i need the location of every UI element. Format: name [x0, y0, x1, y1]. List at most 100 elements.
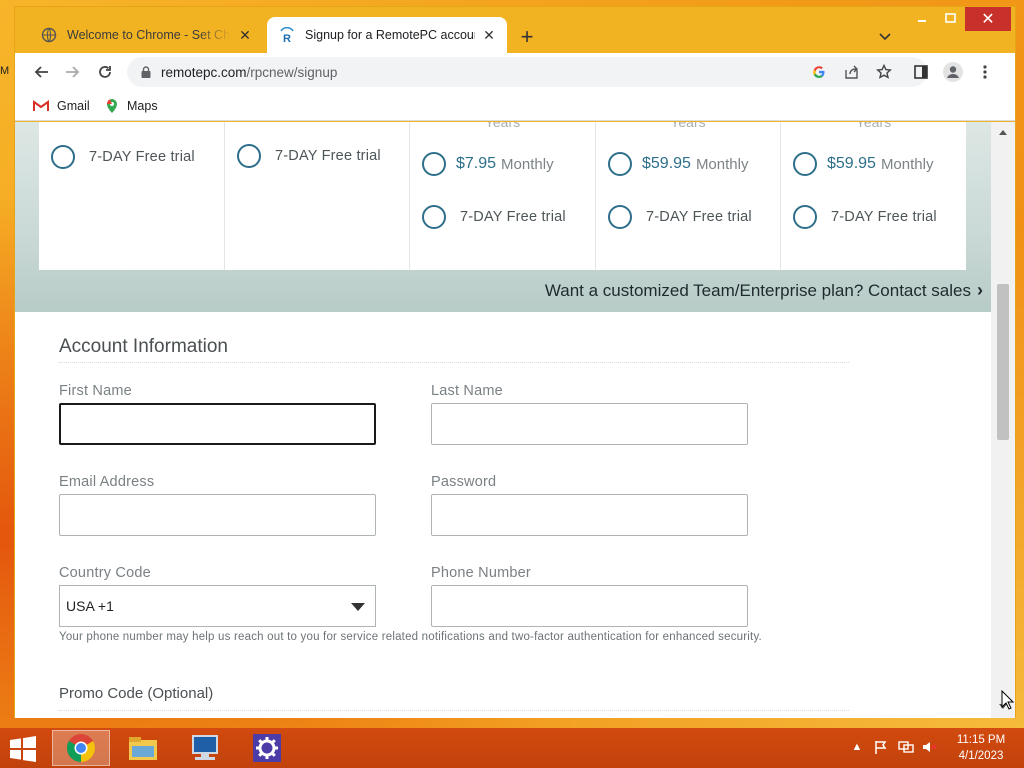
google-lens-icon[interactable] — [809, 62, 829, 82]
more-menu-icon[interactable] — [973, 60, 997, 84]
phone-helper-text: Your phone number may help us reach out … — [59, 631, 762, 643]
remotepc-icon: R — [280, 27, 294, 43]
plan-term-label: Years — [484, 122, 521, 130]
last-name-label: Last Name — [431, 383, 503, 399]
scrollbar-thumb[interactable] — [997, 284, 1009, 440]
maximize-icon[interactable] — [937, 7, 963, 29]
plan-term-label: Years — [855, 122, 892, 130]
tab-strip: Welcome to Chrome - Set Chrome ✕ R Signu… — [15, 7, 1015, 53]
url-host: remotepc.com — [161, 64, 247, 80]
plan-option-trial[interactable]: 7-DAY Free trial — [422, 205, 566, 229]
radio-button[interactable] — [422, 205, 446, 229]
plan-option-trial[interactable]: 7-DAY Free trial — [237, 144, 381, 168]
plan-option-monthly[interactable]: $59.95 Monthly — [608, 152, 748, 176]
desktop-icon-label-fragment: M — [0, 65, 10, 77]
profile-avatar-icon[interactable] — [941, 60, 965, 84]
plan-option-trial[interactable]: 7-DAY Free trial — [51, 145, 195, 169]
url-text: remotepc.com/rpcnew/signup — [161, 65, 337, 80]
side-panel-icon[interactable] — [909, 60, 933, 84]
bookmark-label: Maps — [127, 99, 158, 113]
radio-button[interactable] — [422, 152, 446, 176]
tab-close-icon[interactable]: ✕ — [481, 27, 497, 43]
page-viewport: 7-DAY Free trial 7-DAY Free trial Years … — [15, 122, 991, 718]
email-input[interactable] — [59, 494, 376, 536]
file-explorer-icon — [129, 737, 157, 760]
trial-label: 7-DAY Free trial — [831, 209, 937, 225]
plan-card: Years $59.95 Monthly 7-DAY Free trial — [596, 122, 781, 270]
network-icon[interactable] — [896, 736, 916, 758]
bookmark-star-icon[interactable] — [874, 62, 894, 82]
radio-button[interactable] — [793, 152, 817, 176]
radio-button[interactable] — [793, 205, 817, 229]
tab-close-icon[interactable]: ✕ — [237, 27, 253, 43]
tray-overflow-icon[interactable]: ▲ — [850, 736, 864, 758]
globe-icon — [41, 27, 57, 43]
action-center-flag-icon[interactable] — [872, 736, 890, 758]
first-name-label: First Name — [59, 383, 132, 399]
plan-option-trial[interactable]: 7-DAY Free trial — [608, 205, 752, 229]
plan-card: Years $7.95 Monthly 7-DAY Free trial — [410, 122, 596, 270]
bookmark-gmail[interactable]: Gmail — [33, 97, 90, 115]
price-period: Monthly — [880, 155, 934, 173]
radio-button[interactable] — [237, 144, 261, 168]
reload-icon[interactable] — [93, 60, 117, 84]
clock-time: 11:15 PM — [956, 734, 1006, 746]
chrome-icon — [67, 734, 95, 762]
tab-signup-remotepc[interactable]: R Signup for a RemotePC account ✕ — [267, 17, 507, 53]
back-icon[interactable] — [29, 60, 53, 84]
divider — [59, 710, 849, 711]
email-label: Email Address — [59, 474, 155, 490]
tab-welcome-to-chrome[interactable]: Welcome to Chrome - Set Chrome ✕ — [29, 17, 263, 53]
taskbar-settings[interactable] — [238, 730, 296, 766]
radio-button[interactable] — [608, 205, 632, 229]
radio-button[interactable] — [51, 145, 75, 169]
remote-desktop-icon — [192, 735, 218, 760]
price-value: $59.95 — [827, 155, 876, 172]
system-clock[interactable]: 11:15 PM 4/1/2023 — [948, 732, 1014, 764]
price-period: Monthly — [501, 155, 554, 173]
minimize-icon[interactable] — [909, 7, 935, 29]
plan-option-monthly[interactable]: $7.95 Monthly — [422, 152, 554, 176]
chevron-right-icon: › — [977, 280, 983, 300]
bookmark-maps[interactable]: Maps — [105, 97, 158, 115]
contact-sales-link[interactable]: Want a customized Team/Enterprise plan? … — [545, 280, 983, 301]
taskbar-chrome[interactable] — [52, 730, 110, 766]
page-scrollbar[interactable] — [991, 122, 1015, 718]
scroll-up-arrow-icon[interactable] — [999, 130, 1007, 135]
new-tab-button[interactable]: + — [515, 25, 539, 49]
windows-start-icon[interactable] — [8, 736, 38, 762]
first-name-input[interactable] — [59, 403, 376, 445]
country-code-select[interactable]: USA +1 — [59, 585, 376, 627]
phone-input[interactable] — [431, 585, 748, 627]
taskbar-file-explorer[interactable] — [114, 730, 172, 766]
chevron-down-icon[interactable] — [875, 27, 895, 47]
maps-icon — [106, 99, 117, 113]
clock-date: 4/1/2023 — [958, 750, 1004, 762]
promo-code-label: Promo Code (Optional) — [59, 685, 214, 702]
password-input[interactable] — [431, 494, 748, 536]
bookmark-label: Gmail — [57, 99, 90, 113]
address-bar[interactable]: remotepc.com/rpcnew/signup — [127, 57, 927, 87]
share-icon[interactable] — [842, 62, 862, 82]
last-name-input[interactable] — [431, 403, 748, 445]
tab-title: Welcome to Chrome - Set Chrome — [67, 28, 231, 42]
settings-gear-icon — [253, 734, 281, 762]
close-icon[interactable]: ✕ — [965, 7, 1011, 31]
taskbar-remote-desktop[interactable] — [176, 730, 234, 766]
plan-term-label: Years — [670, 122, 706, 130]
plan-card: Years $59.95 Monthly 7-DAY Free trial — [781, 122, 966, 270]
plan-option-trial[interactable]: 7-DAY Free trial — [793, 205, 937, 229]
plan-option-monthly[interactable]: $59.95 Monthly — [793, 152, 933, 176]
svg-text:R: R — [283, 33, 291, 43]
trial-label: 7-DAY Free trial — [460, 209, 566, 225]
price-period: Monthly — [695, 155, 749, 173]
price-value: $7.95 — [456, 155, 497, 172]
forward-icon[interactable] — [61, 60, 85, 84]
radio-button[interactable] — [608, 152, 632, 176]
url-path: /rpcnew/signup — [246, 64, 338, 80]
volume-muted-icon[interactable] — [920, 736, 940, 758]
chrome-window: Welcome to Chrome - Set Chrome ✕ R Signu… — [14, 6, 1016, 718]
taskbar: ▲ 11:15 PM 4/1/2023 — [0, 728, 1024, 768]
plans-section: 7-DAY Free trial 7-DAY Free trial Years … — [15, 122, 991, 312]
lock-icon[interactable] — [139, 65, 153, 79]
